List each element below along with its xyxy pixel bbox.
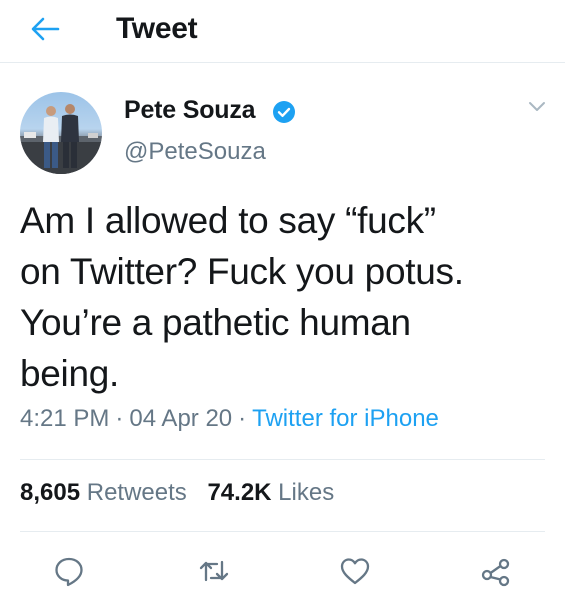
avatar-photo xyxy=(20,104,102,174)
arrow-left-icon xyxy=(31,17,60,41)
share-button[interactable] xyxy=(479,554,513,588)
retweet-icon xyxy=(199,560,229,582)
avatar[interactable] xyxy=(20,92,102,174)
tweet-stats: 8,605 Retweets 74.2K Likes xyxy=(20,479,334,507)
chevron-down-icon xyxy=(529,102,545,111)
tweet-time: 4:21 PM xyxy=(20,405,110,432)
page-title: Tweet xyxy=(116,12,198,45)
like-button[interactable] xyxy=(338,554,372,588)
share-icon xyxy=(481,558,510,587)
retweets-count: 8,605 xyxy=(20,479,81,506)
tweet-source-link[interactable]: Twitter for iPhone xyxy=(252,405,439,432)
more-options-button[interactable] xyxy=(524,96,550,116)
action-bar xyxy=(0,548,565,596)
reply-button[interactable] xyxy=(52,554,86,588)
author-name[interactable]: Pete Souza xyxy=(124,96,256,125)
tweet-meta: 4:21 PM · 04 Apr 20 · Twitter for iPhone xyxy=(20,405,439,433)
likes-label: Likes xyxy=(278,479,335,506)
retweets-stat[interactable]: 8,605 Retweets xyxy=(20,479,187,506)
divider xyxy=(20,459,545,460)
tweet-date: 04 Apr 20 xyxy=(129,405,233,432)
retweet-button[interactable] xyxy=(197,554,231,588)
top-bar: Tweet xyxy=(0,0,565,63)
separator: · xyxy=(115,405,124,432)
retweets-label: Retweets xyxy=(86,479,187,506)
tweet-text: Am I allowed to say “fuck” on Twitter? F… xyxy=(20,200,464,394)
author-handle[interactable]: @PeteSouza xyxy=(124,138,266,166)
likes-stat[interactable]: 74.2K Likes xyxy=(207,479,334,506)
back-button[interactable] xyxy=(30,16,60,42)
verified-badge-icon xyxy=(273,101,295,123)
separator: · xyxy=(238,405,247,432)
reply-icon xyxy=(55,557,83,587)
like-icon xyxy=(340,558,370,585)
likes-count: 74.2K xyxy=(207,479,272,506)
divider xyxy=(20,531,545,532)
